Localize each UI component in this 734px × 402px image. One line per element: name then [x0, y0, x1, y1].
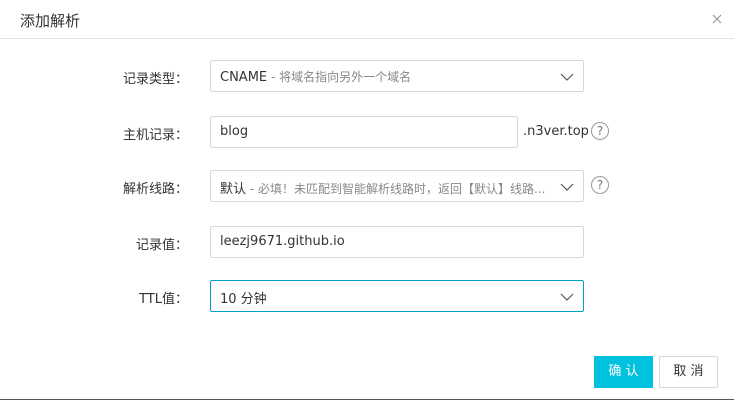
chevron-down-icon	[560, 290, 574, 304]
line-value: 默认	[220, 182, 247, 197]
record-type-label: 记录类型：	[122, 72, 188, 87]
record-value-input[interactable]: leezj9671.github.io	[210, 226, 584, 258]
record-value-label: 记录值：	[135, 238, 188, 253]
bottom-divider	[0, 399, 734, 400]
record-value-row: 记录值： leezj9671.github.io	[0, 226, 734, 260]
record-type-select[interactable]: CNAME - 将域名指向另外一个域名	[210, 60, 584, 92]
line-select[interactable]: 默认 - 必填！未匹配到智能解析线路时，返回【默认】线路...	[210, 170, 584, 202]
domain-suffix: .n3ver.top	[523, 124, 589, 139]
line-description: - 必填！未匹配到智能解析线路时，返回【默认】线路...	[246, 182, 546, 196]
record-value-text: leezj9671.github.io	[220, 234, 345, 249]
chevron-down-icon	[560, 70, 574, 84]
ttl-row: TTL值： 10 分钟	[0, 280, 734, 314]
confirm-button[interactable]: 确 认	[594, 356, 653, 388]
dialog-header: 添加解析	[0, 0, 734, 39]
close-icon[interactable]	[710, 11, 724, 25]
record-type-description: - 将域名指向另外一个域名	[267, 70, 412, 84]
cancel-button[interactable]: 取 消	[659, 356, 718, 388]
line-row: 解析线路： 默认 - 必填！未匹配到智能解析线路时，返回【默认】线路... ?	[0, 170, 734, 204]
line-label: 解析线路：	[122, 182, 188, 197]
record-type-value: CNAME	[220, 70, 268, 85]
record-type-row: 记录类型： CNAME - 将域名指向另外一个域名	[0, 60, 734, 94]
ttl-select[interactable]: 10 分钟	[210, 280, 584, 312]
host-label: 主机记录：	[122, 128, 188, 143]
host-input[interactable]: blog	[210, 116, 518, 148]
dialog-title: 添加解析	[20, 12, 81, 30]
chevron-down-icon	[560, 180, 574, 194]
help-icon[interactable]: ?	[591, 176, 609, 194]
host-value: blog	[220, 124, 249, 139]
help-icon[interactable]: ?	[591, 122, 609, 140]
ttl-value: 10 分钟	[220, 292, 267, 307]
ttl-label: TTL值：	[139, 292, 188, 307]
host-row: 主机记录： blog .n3ver.top ?	[0, 116, 734, 150]
